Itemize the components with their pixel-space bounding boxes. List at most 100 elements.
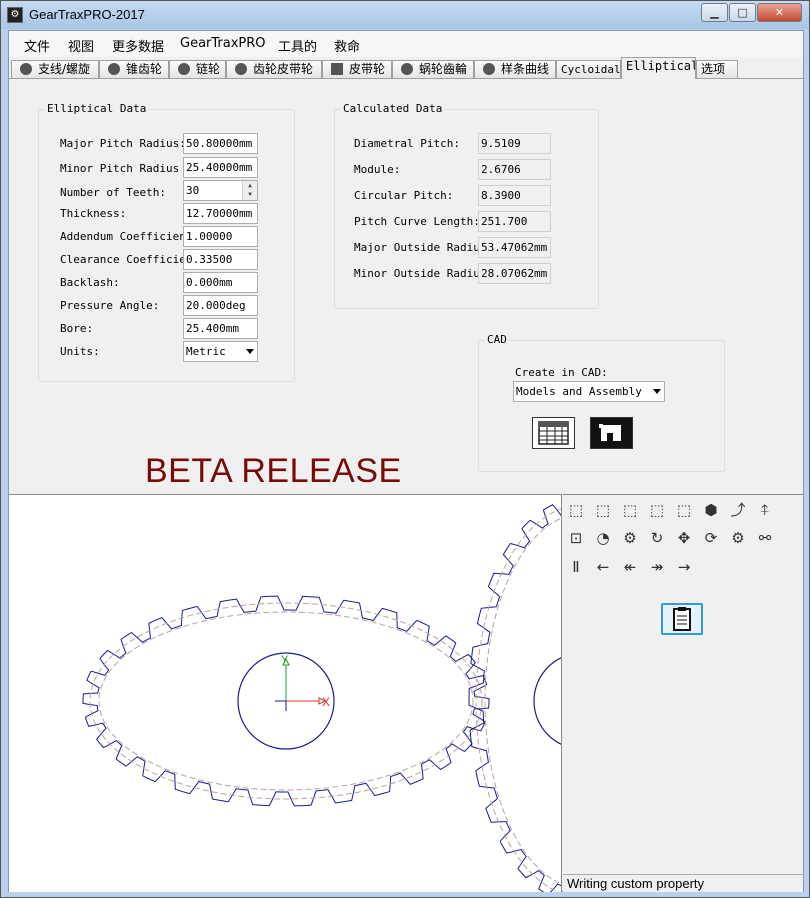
- mesh-gears-icon[interactable]: ⚙: [727, 527, 749, 549]
- tab-bevel[interactable]: 锥齿轮: [99, 60, 169, 79]
- tab-cycloidal[interactable]: Cycloidal: [556, 60, 621, 79]
- status-bar: Writing custom property: [563, 874, 803, 892]
- stepper-down-icon[interactable]: ▼: [243, 190, 257, 199]
- label-bore: Bore:: [60, 322, 94, 335]
- app-logo-icon[interactable]: ⚙: [7, 7, 23, 23]
- tab-spur-helical[interactable]: 支线/螺旋: [11, 60, 99, 79]
- step-back-icon[interactable]: ←: [592, 556, 614, 578]
- pause-icon[interactable]: Ⅱ: [565, 556, 587, 578]
- cad-model-icon: [595, 421, 628, 445]
- elliptical-gear-right: [468, 504, 561, 892]
- menu-bar: 文件 视图 更多数据 GearTraxPRO 工具的 救命: [9, 31, 803, 57]
- menu-help[interactable]: 救命: [334, 36, 360, 55]
- minimize-button[interactable]: ▁: [701, 3, 728, 22]
- bevel-gear-icon: [108, 63, 120, 75]
- create-in-cad-select[interactable]: Models and Assembly: [513, 381, 665, 402]
- pitch-curve-length-value: 251.700: [478, 211, 551, 232]
- label-major-pitch-radius: Major Pitch Radius:: [60, 137, 186, 150]
- label-module: Module:: [354, 163, 401, 176]
- stepper-up-icon[interactable]: ▲: [243, 181, 257, 190]
- client-area: 文件 视图 更多数据 GearTraxPRO 工具的 救命 支线/螺旋 锥齿轮 …: [8, 30, 804, 892]
- spin-gear-icon[interactable]: ⟳: [700, 527, 722, 549]
- major-pitch-radius-input[interactable]: 50.80000mm: [183, 133, 258, 154]
- tab-spline[interactable]: 样条曲线: [474, 60, 556, 79]
- minor-outside-radius-value: 28.07062mm: [478, 263, 551, 284]
- label-number-of-teeth: Number of Teeth:: [60, 186, 166, 199]
- menu-file[interactable]: 文件: [24, 36, 50, 55]
- number-of-teeth-stepper[interactable]: 30 ▲ ▼: [183, 180, 258, 201]
- fast-forward-icon[interactable]: ↠: [646, 556, 668, 578]
- cube-shaded-icon[interactable]: ⬢: [700, 499, 722, 521]
- tab-options[interactable]: 选项: [696, 60, 738, 79]
- clearance-coefficient-input[interactable]: 0.33500: [183, 249, 258, 270]
- zoom-area-icon[interactable]: ◔: [592, 527, 614, 549]
- rotate-tilt-icon[interactable]: ⤴: [727, 499, 749, 521]
- plane-up-icon[interactable]: ⍏: [754, 499, 776, 521]
- major-outside-radius-value: 53.47062mm: [478, 237, 551, 258]
- tab-elliptical[interactable]: Elliptical: [621, 57, 696, 79]
- label-units: Units:: [60, 345, 100, 358]
- tab-pulley[interactable]: 皮带轮: [322, 60, 392, 79]
- step-forward-icon[interactable]: →: [673, 556, 695, 578]
- pressure-angle-input[interactable]: 20.000deg: [183, 295, 258, 316]
- zoom-fit-icon[interactable]: ⊡: [565, 527, 587, 549]
- label-pressure-angle: Pressure Angle:: [60, 299, 160, 312]
- zoom-gear-icon[interactable]: ⚙: [619, 527, 641, 549]
- clipboard-button[interactable]: [661, 603, 703, 635]
- stepper-buttons[interactable]: ▲ ▼: [242, 181, 257, 200]
- label-major-outside-radius: Major Outside Radius:: [354, 241, 494, 254]
- diametral-pitch-value: 9.5109: [478, 133, 551, 154]
- fast-back-icon[interactable]: ↞: [619, 556, 641, 578]
- window-title: GearTraxPRO-2017: [29, 7, 145, 22]
- gear-bore: [533, 657, 561, 745]
- spur-gear-icon: [20, 63, 32, 75]
- close-button[interactable]: ✕: [757, 3, 802, 22]
- label-thickness: Thickness:: [60, 207, 127, 220]
- rotate-gear-icon[interactable]: ↻: [646, 527, 668, 549]
- gear-viewport[interactable]: X Y: [9, 494, 562, 892]
- chevron-down-icon: [653, 389, 661, 394]
- worm-gear-icon: [401, 63, 413, 75]
- root-curve: [484, 517, 561, 885]
- gear-type-tabs: 支线/螺旋 锥齿轮 链轮 齿轮皮带轮 皮带轮 蜗轮齒輪 样条曲线 Cycloid…: [9, 57, 803, 79]
- tab-worm-gear[interactable]: 蜗轮齒輪: [392, 60, 474, 79]
- spline-icon: [483, 63, 495, 75]
- cube-top-icon[interactable]: ⬚: [592, 499, 614, 521]
- menu-view[interactable]: 视图: [68, 36, 94, 55]
- tab-timing-pulley[interactable]: 齿轮皮带轮: [226, 60, 322, 79]
- gear-drawing: X Y: [82, 504, 561, 892]
- label-circular-pitch: Circular Pitch:: [354, 189, 454, 202]
- module-value: 2.6706: [478, 159, 551, 180]
- group-title: Elliptical Data: [45, 102, 149, 115]
- spreadsheet-button[interactable]: [532, 417, 575, 449]
- title-bar[interactable]: ⚙ GearTraxPRO-2017 ▁ □ ✕: [1, 1, 809, 29]
- pan-icon[interactable]: ✥: [673, 527, 695, 549]
- cad-export-button[interactable]: [590, 417, 633, 449]
- menu-more-data[interactable]: 更多数据: [112, 36, 164, 55]
- elliptical-panel: Elliptical Data Major Pitch Radius: 50.8…: [9, 78, 803, 494]
- circular-pitch-value: 8.3900: [478, 185, 551, 206]
- menu-tools[interactable]: 工具的: [278, 36, 317, 55]
- beta-release-banner: BETA RELEASE: [145, 452, 402, 490]
- units-select[interactable]: Metric: [183, 341, 258, 362]
- group-title: CAD: [485, 333, 509, 346]
- menu-geartraxpro[interactable]: GearTraxPRO: [180, 36, 266, 51]
- cube-front-icon[interactable]: ⬚: [565, 499, 587, 521]
- bore-input[interactable]: 25.400mm: [183, 318, 258, 339]
- label-backlash: Backlash:: [60, 276, 120, 289]
- tab-sprocket[interactable]: 链轮: [169, 60, 226, 79]
- backlash-input[interactable]: 0.000mm: [183, 272, 258, 293]
- label-create-in-cad: Create in CAD:: [515, 366, 608, 379]
- split-gears-icon[interactable]: ⚯: [754, 527, 776, 549]
- x-axis-label: X: [322, 695, 330, 709]
- thickness-input[interactable]: 12.70000mm: [183, 203, 258, 224]
- minimize-icon: ▁: [710, 6, 719, 19]
- minor-pitch-radius-input[interactable]: 25.40000mm: [183, 157, 258, 178]
- cube-right-icon[interactable]: ⬚: [619, 499, 641, 521]
- addendum-coefficient-input[interactable]: 1.00000: [183, 226, 258, 247]
- cube-back-icon[interactable]: ⬚: [673, 499, 695, 521]
- maximize-button[interactable]: □: [729, 3, 756, 22]
- cad-group: CAD: [478, 333, 725, 472]
- y-axis-label: Y: [281, 654, 289, 666]
- cube-left-icon[interactable]: ⬚: [646, 499, 668, 521]
